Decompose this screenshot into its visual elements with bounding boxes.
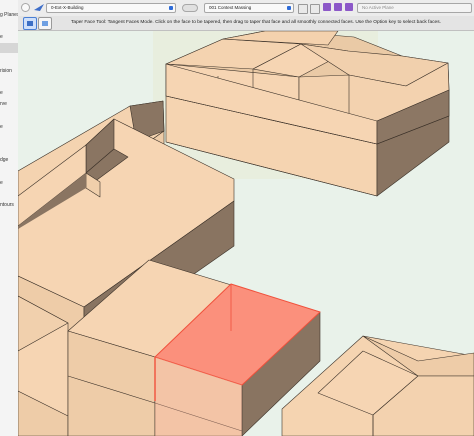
sidebar-item[interactable]: g Planes [0,9,18,21]
3d-massing-scene [18,31,474,436]
sidebar-item[interactable]: dge [0,154,18,166]
sidebar-item[interactable]: ntours [0,199,18,211]
layer-dropdown-value: 001 Context Massing [209,5,252,10]
plane-tool-icon[interactable] [323,3,331,11]
tangent-faces-mode-button[interactable] [23,17,37,30]
plane-tool-icon[interactable] [345,3,353,11]
single-face-mode-button[interactable] [38,17,52,30]
view-options-icon[interactable] [310,4,320,14]
sidebar-item[interactable]: rision [0,65,18,77]
active-plane-value: No Active Plane [362,5,394,10]
chevron-down-icon [169,6,173,10]
sidebar-item[interactable]: rve [0,98,18,110]
class-dropdown-value: 0-Ext-X-Building [51,5,84,10]
sidebar-item[interactable]: e [0,177,18,189]
class-tool-icon[interactable] [34,4,44,11]
sidebar: g Planes e rision e rve e dge e ntours [0,0,19,436]
plane-tool-icon[interactable] [334,3,342,11]
view-bar: 0-Ext-X-Building 001 Context Massing No … [18,0,474,17]
nav-back-icon[interactable] [21,3,30,12]
sidebar-item[interactable]: e [0,31,18,43]
class-dropdown[interactable]: 0-Ext-X-Building [46,3,176,13]
chevron-down-icon [287,6,291,10]
sidebar-item-selected[interactable] [0,43,18,53]
layer-dropdown[interactable]: 001 Context Massing [204,3,294,13]
layer-options-icon[interactable] [298,4,308,14]
sidebar-item[interactable]: e [0,121,18,133]
mode-bar: Taper Face Tool: Tangent Faces Mode. Cli… [18,16,474,31]
active-plane-dropdown[interactable]: No Active Plane [357,3,472,13]
tool-hint-text: Taper Face Tool: Tangent Faces Mode. Cli… [71,20,441,25]
drawing-viewport[interactable] [18,31,474,436]
layer-toggle[interactable] [182,4,198,12]
